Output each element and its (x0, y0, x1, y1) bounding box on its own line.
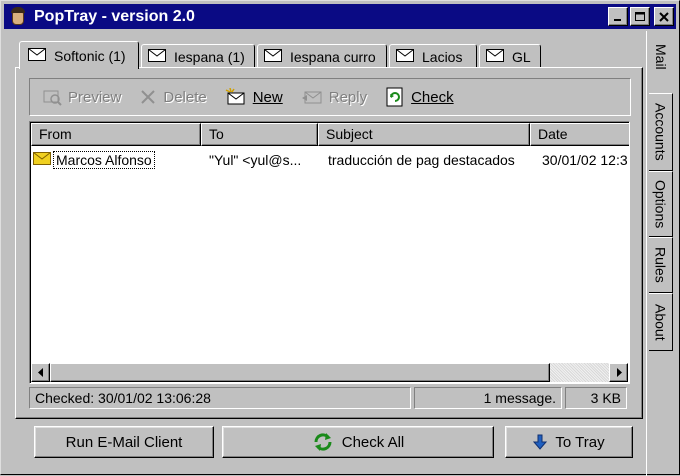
tab-label: Iespana curro (290, 48, 376, 65)
from-cell: Marcos Alfonso (33, 151, 205, 169)
tab-label: Lacios (422, 48, 463, 65)
new-button[interactable]: New (225, 88, 283, 106)
run-email-client-label: Run E-Mail Client (65, 433, 183, 451)
tab-label: Softonic (1) (54, 47, 126, 64)
list-header: From To Subject Date (31, 123, 629, 146)
envelope-icon (396, 48, 414, 65)
refresh-icon (312, 432, 334, 452)
check-mail-icon (385, 87, 405, 107)
to-cell: "Yul" <yul@s... (209, 152, 302, 168)
tab-iespana[interactable]: Iespana (1) (141, 44, 255, 68)
to-tray-label: To Tray (555, 433, 605, 451)
to-tray-button[interactable]: To Tray (505, 426, 633, 458)
reply-button[interactable]: Reply (301, 88, 367, 106)
new-mail-icon (225, 88, 247, 106)
tab-softonic[interactable]: Softonic (1) (19, 41, 139, 69)
side-tab-mail[interactable]: Mail (649, 39, 673, 75)
title-bar[interactable]: PopTray - version 2.0 (4, 4, 676, 29)
new-label: New (252, 88, 283, 106)
column-header-date[interactable]: Date (530, 123, 629, 146)
side-divider (646, 31, 647, 476)
scroll-thumb[interactable] (50, 363, 550, 382)
envelope-icon (486, 48, 504, 65)
close-button[interactable] (654, 7, 674, 26)
column-header-to[interactable]: To (201, 123, 318, 146)
reply-icon (301, 88, 323, 106)
horizontal-scrollbar[interactable] (31, 363, 628, 382)
unread-envelope-icon (33, 152, 51, 168)
app-icon[interactable] (8, 6, 28, 27)
column-header-subject[interactable]: Subject (318, 123, 530, 146)
left-arrow-icon (37, 368, 43, 377)
date-cell: 30/01/02 12:3 (542, 152, 628, 168)
tab-label: Iespana (1) (174, 48, 245, 65)
preview-button[interactable]: Preview (42, 88, 121, 106)
envelope-icon (148, 48, 166, 65)
window-title: PopTray - version 2.0 (34, 7, 195, 25)
maximize-button[interactable] (630, 7, 650, 26)
minimize-button[interactable] (608, 7, 628, 26)
table-row[interactable]: Marcos Alfonso "Yul" <yul@s... traducció… (33, 150, 629, 170)
side-tab-about[interactable]: About (649, 293, 673, 351)
check-button[interactable]: Check (385, 87, 454, 107)
right-arrow-icon (616, 368, 622, 377)
tab-lacios[interactable]: Lacios (389, 44, 477, 68)
envelope-icon (28, 47, 46, 64)
check-all-label: Check All (341, 433, 405, 451)
down-arrow-icon (533, 434, 548, 450)
check-label: Check (411, 88, 454, 106)
from-value: Marcos Alfonso (53, 151, 155, 169)
delete-button[interactable]: Delete (139, 88, 207, 106)
envelope-icon (264, 48, 282, 65)
check-all-button[interactable]: Check All (222, 426, 494, 458)
run-email-client-button[interactable]: Run E-Mail Client (34, 426, 214, 458)
mail-toolbar: Preview Delete New Reply Check (29, 78, 631, 116)
side-tab-accounts[interactable]: Accounts (649, 93, 673, 171)
status-checked: Checked: 30/01/02 13:06:28 (29, 387, 411, 409)
message-list[interactable]: From To Subject Date Marcos Alfonso "Yul… (29, 121, 630, 384)
status-bar: Checked: 30/01/02 13:06:28 1 message. 3 … (29, 387, 631, 409)
side-tab-rules[interactable]: Rules (649, 237, 673, 293)
delete-icon (139, 88, 157, 106)
tab-gl[interactable]: GL (479, 44, 541, 68)
scroll-left-button[interactable] (31, 363, 50, 382)
subject-cell: traducción de pag destacados (328, 152, 515, 168)
poptray-window: PopTray - version 2.0 Softonic (1) Iespa… (0, 0, 680, 476)
tab-label: GL (512, 48, 531, 65)
column-header-from[interactable]: From (31, 123, 201, 146)
side-tab-options[interactable]: Options (649, 171, 673, 237)
preview-icon (42, 88, 62, 106)
status-size: 3 KB (565, 387, 627, 409)
status-message-count: 1 message. (414, 387, 562, 409)
tab-iespana-curro[interactable]: Iespana curro (257, 44, 387, 68)
scroll-right-button[interactable] (609, 363, 628, 382)
